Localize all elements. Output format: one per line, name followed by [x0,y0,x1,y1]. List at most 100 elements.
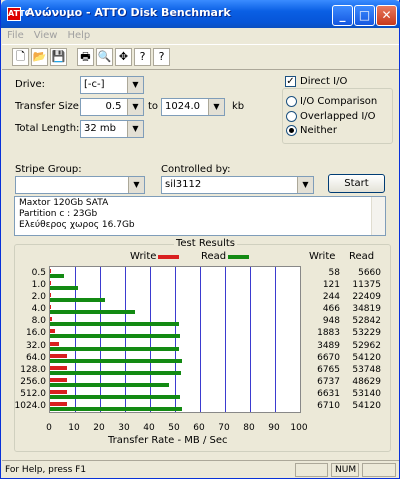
start-button[interactable]: Start [328,174,385,193]
direct-io-label: Direct I/O [300,76,348,87]
controlled-by-label: Controlled by: [161,164,231,175]
save-icon[interactable]: 💾 [50,48,67,66]
x-tick-label: 10 [68,423,80,433]
write-bar [50,401,67,406]
status-pane [295,463,328,477]
y-tick-label: 16.0 [25,328,46,339]
read-bar [50,298,105,303]
write-column-header: Write [309,251,336,262]
y-tick-label: 2.0 [31,292,46,303]
grid-line [225,267,226,412]
new-icon[interactable]: 🗋 [12,48,29,66]
transfer-from-select[interactable]: 0.5 ▼ [80,98,144,116]
chevron-down-icon[interactable]: ▼ [208,99,224,115]
help-icon[interactable]: ? [134,48,151,66]
write-value: 121 [322,280,340,291]
read-bar [50,370,182,375]
status-bar: For Help, press F1 NUM [2,460,399,478]
grid-line [150,267,151,412]
read-bar [50,322,179,327]
app-icon: ATTO [7,7,31,21]
description-textarea[interactable]: Maxtor 120Gb SATA Partition c : 23Gb Ελε… [14,196,386,236]
write-bar [50,389,67,394]
write-bar [50,365,67,370]
write-value: 6710 [317,400,340,411]
menu-file[interactable]: File [2,28,29,43]
neither-radio[interactable] [286,125,297,136]
chevron-down-icon[interactable]: ▼ [128,177,144,193]
write-value: 948 [322,316,340,327]
read-value: 54120 [352,400,381,411]
toolbar: 🗋 📂 💾 🖶 🔍 ✥ ? ? [2,44,399,70]
maximize-button[interactable]: □ [354,5,375,26]
print-preview-icon[interactable]: 🔍 [96,48,113,66]
y-tick-label: 1024.0 [14,400,47,411]
menu-bar: File View Help [2,28,399,44]
x-axis-label: Transfer Rate - MB / Sec [108,435,228,446]
read-value: 54120 [352,352,381,363]
y-tick-label: 8.0 [31,316,46,327]
chevron-down-icon[interactable]: ▼ [127,77,143,93]
grid-line [175,267,176,412]
menu-view[interactable]: View [29,28,63,43]
read-bar [50,382,169,387]
write-value: 6670 [317,352,340,363]
write-value: 244 [322,292,340,303]
io-comparison-radio[interactable] [286,96,297,107]
open-icon[interactable]: 📂 [31,48,48,66]
transfer-to-select[interactable]: 1024.0 ▼ [161,98,225,116]
context-help-icon[interactable]: ? [153,48,170,66]
chevron-down-icon[interactable]: ▼ [127,121,143,137]
description-line: Maxtor 120Gb SATA [19,198,109,208]
grid-line [275,267,276,412]
y-tick-label: 4.0 [31,304,46,315]
transfer-to-value: 1024.0 [165,101,200,112]
write-value: 6765 [317,364,340,375]
read-value: 53748 [352,364,381,375]
title-bar[interactable]: ATTO Ανώνυμο - ATTO Disk Benchmark _ □ ✕ [1,0,400,28]
read-legend-swatch [228,255,249,259]
status-help-text: For Help, press F1 [5,465,87,475]
write-bar [50,317,53,322]
chevron-down-icon[interactable]: ▼ [127,99,143,115]
x-tick-label: 30 [118,423,130,433]
test-results-group: Test Results Write Read Write Read Trans… [14,238,391,452]
description-line: Partition c : 23Gb [19,209,98,219]
status-pane [362,463,396,477]
print-icon[interactable]: 🖶 [77,48,94,66]
x-tick-label: 40 [143,423,155,433]
read-value: 53140 [352,388,381,399]
transfer-from-value: 0.5 [105,101,122,112]
minimize-button[interactable]: _ [332,5,353,26]
menu-help[interactable]: Help [62,28,95,43]
overlapped-io-radio[interactable] [286,111,297,122]
io-comparison-label: I/O Comparison [300,96,378,107]
move-icon[interactable]: ✥ [115,48,132,66]
app-window: ATTO Ανώνυμο - ATTO Disk Benchmark _ □ ✕… [0,0,400,479]
drive-select[interactable]: [-c-] ▼ [80,76,144,94]
read-bar [50,286,78,291]
read-value: 52962 [352,340,381,351]
y-tick-label: 256.0 [20,376,46,387]
write-bar [50,377,67,382]
read-legend-label: Read [201,251,227,262]
chevron-down-icon[interactable]: ▼ [297,177,313,193]
x-tick-label: 20 [93,423,105,433]
description-line: Ελεύθερος χωρος 16.7Gb [19,220,135,230]
y-tick-label: 0.5 [31,268,46,278]
x-tick-label: 70 [218,423,230,433]
write-value: 3489 [317,340,340,351]
controlled-by-select[interactable]: sil3112 ▼ [161,176,314,194]
read-value: 53229 [352,328,381,339]
y-tick-label: 64.0 [25,352,46,363]
drive-label: Drive: [15,79,46,90]
close-button[interactable]: ✕ [376,5,397,26]
kb-label: kb [232,101,245,112]
results-title: Test Results [174,238,237,249]
total-length-select[interactable]: 32 mb ▼ [80,120,144,138]
window-title: Ανώνυμο - ATTO Disk Benchmark [26,6,231,19]
description-scrollbar[interactable] [371,197,385,235]
direct-io-checkbox[interactable]: ✓ [285,76,296,87]
stripe-group-select[interactable]: ▼ [15,176,145,194]
read-value: 34819 [352,304,381,315]
